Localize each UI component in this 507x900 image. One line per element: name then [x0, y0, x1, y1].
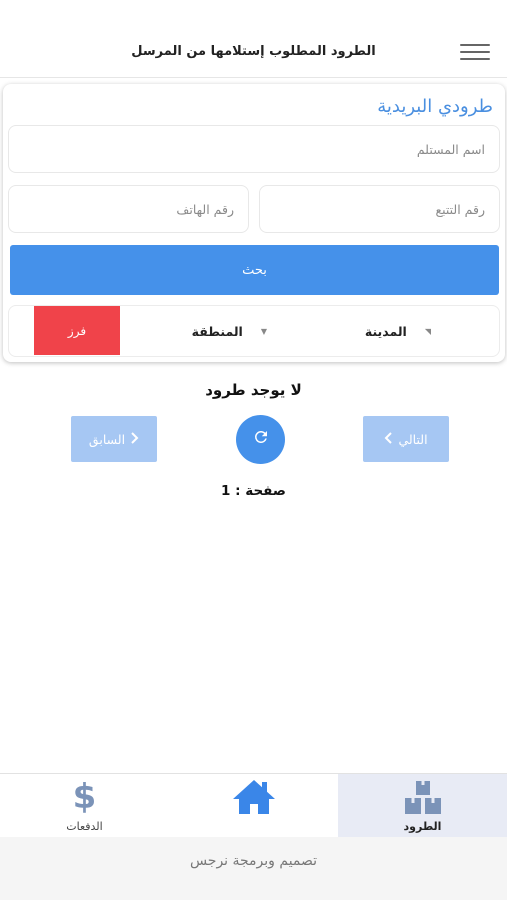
sort-button[interactable]: فرز: [34, 306, 120, 355]
home-icon: [169, 778, 338, 816]
phone-number-input[interactable]: [9, 186, 248, 232]
filter-row: فرز المنطقة ▼ المدينة ◥: [8, 305, 500, 357]
recipient-name-field[interactable]: [8, 125, 500, 173]
tracking-number-input[interactable]: [260, 186, 499, 232]
page-indicator: صفحة : 1: [221, 483, 286, 499]
nav-label-parcels: الطرود: [403, 820, 442, 833]
dropdown-arrow-icon: ◥: [424, 326, 431, 336]
next-page-button[interactable]: التالي: [363, 416, 449, 462]
refresh-button[interactable]: [236, 415, 285, 464]
search-button[interactable]: بحث: [10, 245, 499, 295]
boxes-icon: [338, 778, 507, 816]
prev-label: السابق: [88, 431, 126, 447]
area-select-label: المنطقة: [191, 323, 243, 339]
chevron-right-icon: [129, 431, 139, 447]
refresh-icon: [252, 428, 270, 452]
chevron-left-icon: [384, 431, 394, 447]
app-header: الطرود المطلوب إستلامها من المرسل: [0, 0, 507, 78]
area-select[interactable]: المنطقة ▼: [192, 306, 267, 356]
dollar-icon: $: [72, 777, 97, 817]
phone-number-field[interactable]: [8, 185, 249, 233]
card-title: طرودي البريدية: [377, 96, 493, 117]
dropdown-arrow-icon: ▼: [260, 326, 267, 336]
recipient-name-input[interactable]: [9, 126, 499, 172]
tracking-number-field[interactable]: [259, 185, 500, 233]
search-card: طرودي البريدية بحث فرز المنطقة ▼ المدينة…: [3, 84, 505, 362]
nav-item-payments[interactable]: $ الدفعات: [0, 774, 169, 837]
nav-label-payments: الدفعات: [66, 820, 103, 833]
hamburger-menu-icon[interactable]: [460, 42, 490, 64]
nav-item-parcels[interactable]: الطرود: [338, 774, 507, 837]
nav-item-home[interactable]: [169, 774, 338, 837]
page-title: الطرود المطلوب إستلامها من المرسل: [131, 44, 376, 59]
previous-page-button[interactable]: السابق: [71, 416, 157, 462]
bottom-nav: الطرود $ الدفعات: [0, 773, 507, 837]
footer-credit: تصميم وبرمجة نرجس: [189, 853, 318, 869]
empty-results-message: لا يوجد طرود: [205, 381, 302, 399]
city-select[interactable]: المدينة ◥: [361, 306, 431, 356]
footer: تصميم وبرمجة نرجس: [0, 837, 507, 900]
next-label: التالي: [398, 431, 428, 447]
city-select-label: المدينة: [364, 323, 407, 339]
